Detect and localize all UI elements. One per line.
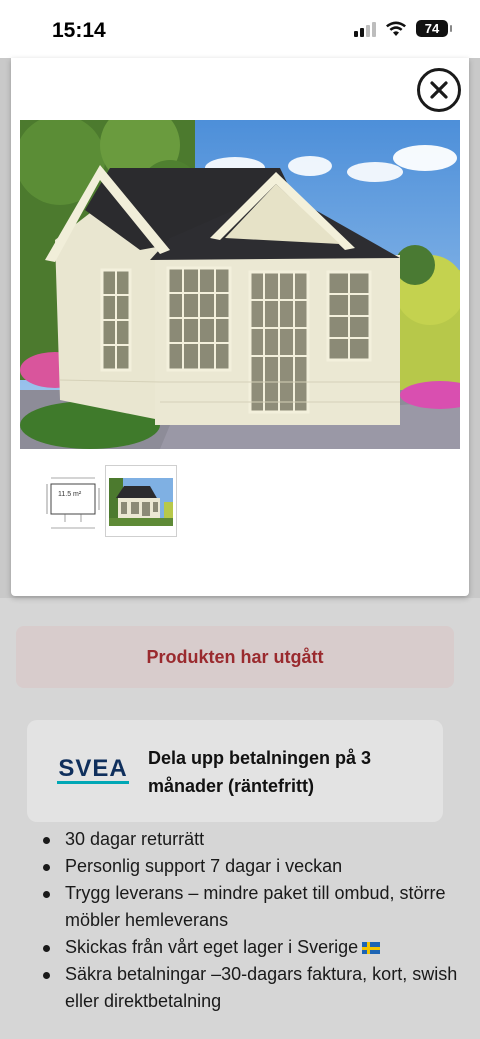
benefit-item-support: Personlig support 7 dagar i veckan <box>38 853 458 880</box>
svea-payment-card[interactable]: SVEA Dela upp betalningen på 3 månader (… <box>27 720 443 822</box>
benefit-item-returns: 30 dagar returrätt <box>38 826 458 853</box>
product-photo-illustration <box>20 120 460 449</box>
svea-logo: SVEA <box>57 755 129 784</box>
benefit-item-delivery: Trygg leverans – mindre paket till ombud… <box>38 880 458 934</box>
svea-logo-text: SVEA <box>58 755 127 782</box>
status-bar: 15:14 74 <box>0 0 480 58</box>
product-discontinued-notice: Produkten har utgått <box>16 626 454 688</box>
benefit-item-payments: Säkra betalningar –30-dagars faktura, ko… <box>38 961 458 1015</box>
swedish-flag-icon <box>362 942 381 954</box>
floor-plan-icon <box>46 477 100 529</box>
close-button[interactable] <box>417 68 461 112</box>
svea-payment-text: Dela upp betalningen på 3 månader (ränte… <box>148 748 372 796</box>
thumbnail-floor-plan[interactable]: 11.5 m² <box>36 465 108 537</box>
main-product-image[interactable] <box>20 120 460 449</box>
image-gallery-modal: 11.5 m² <box>11 58 469 596</box>
notice-text: Produkten har utgått <box>146 646 324 667</box>
status-icons: 74 <box>354 20 452 37</box>
thumbnail-product-photo[interactable] <box>105 465 177 537</box>
product-thumbnail-image <box>109 478 173 526</box>
floor-plan-area-label: 11.5 m² <box>58 491 82 498</box>
close-icon <box>430 81 448 99</box>
status-time: 15:14 <box>52 19 106 42</box>
cellular-signal-icon <box>354 21 376 37</box>
wifi-icon <box>386 21 406 36</box>
benefits-list: 30 dagar returrätt Personlig support 7 d… <box>38 826 458 1015</box>
benefit-item-warehouse: Skickas från vårt eget lager i Sverige <box>38 934 458 961</box>
battery-indicator: 74 <box>416 20 452 37</box>
